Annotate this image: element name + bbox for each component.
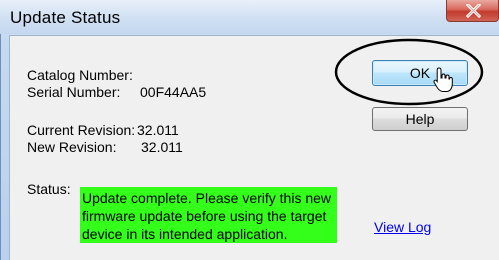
ok-button[interactable]: OK xyxy=(372,60,468,86)
status-line: Update complete. Please verify this new xyxy=(82,190,332,206)
view-log-link[interactable]: View Log xyxy=(374,219,431,235)
catalog-number-label: Catalog Number: xyxy=(27,67,133,83)
close-button[interactable] xyxy=(446,0,499,22)
title-bar[interactable]: Update Status xyxy=(0,0,499,34)
new-revision-label: New Revision: xyxy=(27,139,117,155)
new-revision-value: 32.011 xyxy=(141,139,183,155)
help-button[interactable]: Help xyxy=(372,107,468,131)
current-revision-value: 32.011 xyxy=(137,122,179,138)
current-revision-label: Current Revision: xyxy=(27,122,136,138)
close-icon xyxy=(466,4,481,18)
status-label: Status: xyxy=(27,181,71,197)
status-line: device in its intended application. xyxy=(82,226,288,242)
serial-number-value: 00F44AA5 xyxy=(140,84,207,100)
update-status-dialog: Update Status Catalog Number: Serial Num… xyxy=(0,0,499,260)
window-title: Update Status xyxy=(10,8,121,27)
status-line: firmware update before using the target xyxy=(82,208,327,224)
status-message: Update complete. Please verify this new … xyxy=(80,187,337,243)
serial-number-label: Serial Number: xyxy=(27,84,121,100)
